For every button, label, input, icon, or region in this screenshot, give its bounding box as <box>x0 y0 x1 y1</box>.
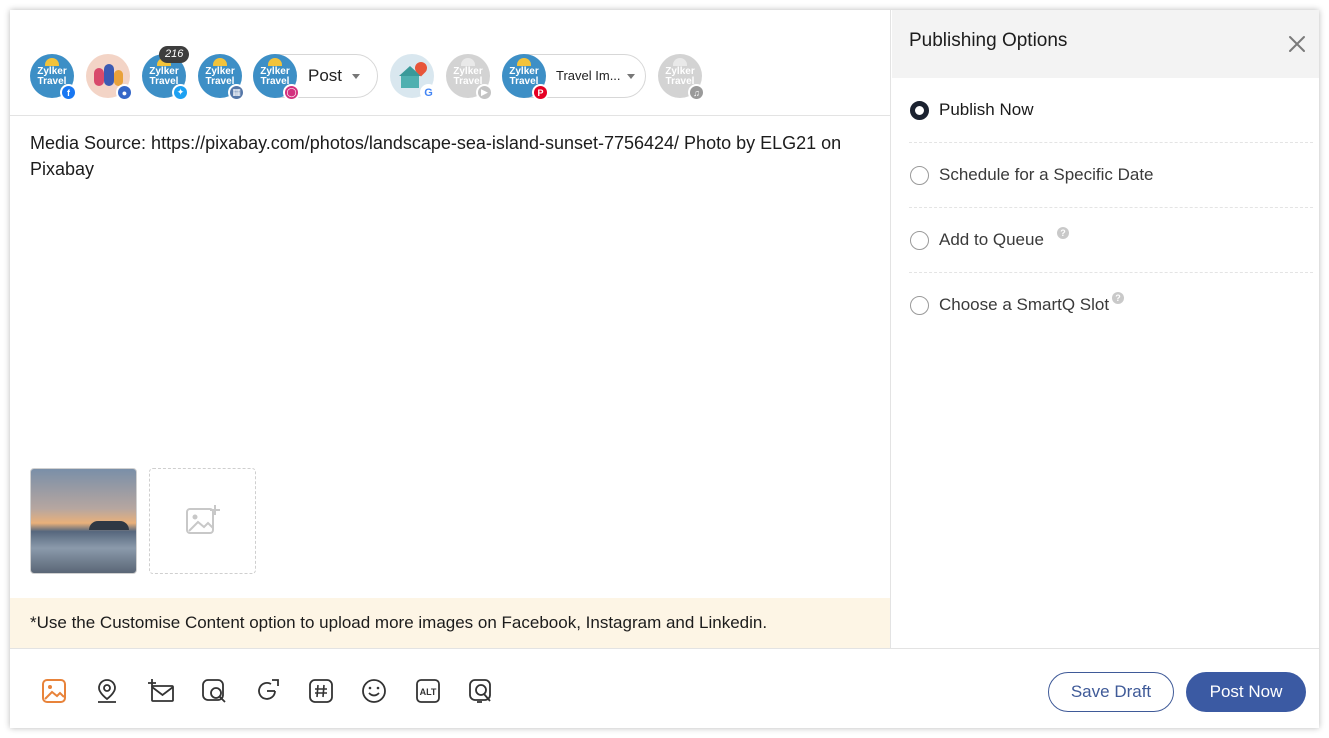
compose-footer: ALT Save Draft Post Now <box>10 648 1319 728</box>
pinterest-icon: P <box>532 84 549 101</box>
channel-youtube[interactable]: Zylker Travel ▶ <box>446 54 493 101</box>
channel-facebook[interactable]: Zylker Travel f <box>30 54 77 101</box>
location-pin-icon[interactable] <box>93 677 121 705</box>
chevron-down-icon[interactable] <box>352 74 360 79</box>
linkedin-page-icon: ▦ <box>228 84 245 101</box>
pinterest-account: Zylker Travel P <box>502 54 549 101</box>
channel-instagram[interactable]: Zylker Travel ◯ Post <box>253 54 378 101</box>
google-icon: G <box>420 84 437 101</box>
add-image-icon <box>186 505 220 534</box>
mail-add-icon[interactable] <box>147 677 175 705</box>
instagram-icon: ◯ <box>283 84 300 101</box>
option-add-to-queue[interactable]: Add to Queue ? <box>909 208 1313 273</box>
pinterest-board-name: Travel Im... <box>556 68 621 83</box>
compose-window: Zylker Travel f ● Zylker Travel ✦ 216 Zy… <box>10 10 1319 728</box>
ai-assist-icon[interactable] <box>467 677 495 705</box>
attached-image-thumbnail[interactable] <box>30 468 137 574</box>
youtube-icon: ▶ <box>476 84 493 101</box>
tiktok-icon: ♫ <box>688 84 705 101</box>
radio-smartq-slot[interactable] <box>910 296 929 315</box>
channel-pinterest[interactable]: Zylker Travel P Travel Im... <box>502 54 646 101</box>
chevron-down-icon[interactable] <box>627 74 635 79</box>
help-icon[interactable]: ? <box>1057 227 1069 239</box>
close-icon[interactable] <box>1285 32 1309 56</box>
instagram-account: Zylker Travel ◯ <box>253 54 300 101</box>
instagram-post-type: Post <box>308 66 343 85</box>
character-count-badge: 216 <box>159 46 190 63</box>
customise-content-notice: *Use the Customise Content option to upl… <box>10 598 890 648</box>
channel-tiktok[interactable]: Zylker Travel ♫ <box>658 54 705 101</box>
channel-facebook-group[interactable]: ● <box>86 54 133 101</box>
publishing-options-panel: Publishing Options Publish Now Schedule … <box>892 10 1319 648</box>
add-image-button[interactable] <box>149 468 256 574</box>
emoji-icon[interactable] <box>360 677 388 705</box>
alt-text-icon[interactable]: ALT <box>414 677 442 705</box>
radio-publish-now[interactable] <box>910 101 929 120</box>
channel-selector-bar: Zylker Travel f ● Zylker Travel ✦ 216 Zy… <box>10 10 891 116</box>
panel-title: Publishing Options <box>909 30 1068 51</box>
svg-text:ALT: ALT <box>420 687 437 697</box>
post-now-button[interactable]: Post Now <box>1186 672 1306 712</box>
panel-header: Publishing Options <box>892 10 1319 78</box>
facebook-icon: f <box>60 84 77 101</box>
channel-linkedin-page[interactable]: Zylker Travel ▦ <box>198 54 245 101</box>
media-upload-icon[interactable] <box>40 677 68 705</box>
twitter-icon: ✦ <box>172 84 189 101</box>
radio-schedule[interactable] <box>910 166 929 185</box>
channel-google-business[interactable]: G <box>390 54 437 101</box>
image-search-icon[interactable] <box>200 677 228 705</box>
option-smartq-slot[interactable]: Choose a SmartQ Slot ? <box>909 273 1313 338</box>
group-icon: ● <box>116 84 133 101</box>
option-publish-now[interactable]: Publish Now <box>909 78 1313 143</box>
hashtag-icon[interactable] <box>307 677 335 705</box>
composer-pane: Zylker Travel f ● Zylker Travel ✦ 216 Zy… <box>10 10 891 648</box>
radio-add-to-queue[interactable] <box>910 231 929 250</box>
help-icon[interactable]: ? <box>1112 292 1124 304</box>
google-post-icon[interactable] <box>253 677 281 705</box>
post-text-editor[interactable]: Media Source: https://pixabay.com/photos… <box>30 130 870 182</box>
save-draft-button[interactable]: Save Draft <box>1048 672 1174 712</box>
option-schedule[interactable]: Schedule for a Specific Date <box>909 143 1313 208</box>
